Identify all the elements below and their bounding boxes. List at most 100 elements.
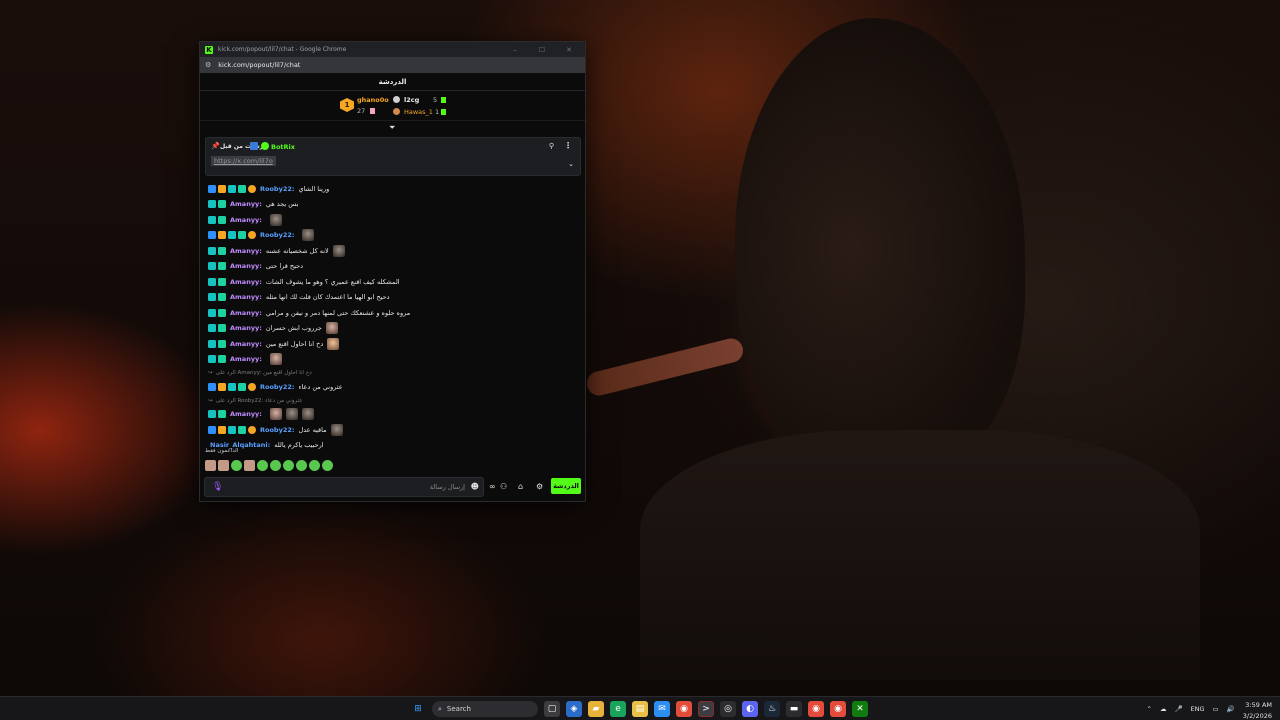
chat-username[interactable]: Amanyy: — [230, 355, 262, 363]
chat-input[interactable]: 🎙 إرسال رسالة ☻ — [204, 477, 484, 497]
xbox-icon[interactable]: ✕ — [852, 701, 868, 717]
user-badge-icon — [218, 246, 226, 255]
microphone-icon[interactable]: 🎙 — [212, 482, 223, 492]
chat-message[interactable]: Nasir_Alqahtani: ارحبيب ياكرم يالله — [200, 438, 585, 449]
chevron-down-icon[interactable]: ⌄ — [568, 160, 574, 168]
user-badge-icon — [208, 262, 216, 271]
chat-username[interactable]: Rooby22: — [260, 185, 294, 193]
pinned-message[interactable]: 📌 أرسلت من قبل BotRix https://x.com/lil7… — [205, 137, 581, 176]
emote-icon[interactable] — [231, 460, 242, 471]
emote-icon[interactable] — [218, 460, 229, 471]
chat-message[interactable]: Rooby22: — [200, 228, 585, 244]
chat-username[interactable]: Amanyy: — [230, 262, 262, 270]
chat-text: دحيح قرا حتى — [265, 262, 303, 271]
reply-preview[interactable]: ↪ الرد على Rooby22: عثروني من دعاء — [200, 395, 585, 407]
chat-message[interactable]: Amanyy: دحيح قرا حتى — [200, 259, 585, 275]
chat-message[interactable]: Amanyy: — [200, 352, 585, 368]
clock-date: 3/2/2026 — [1242, 712, 1272, 720]
emote-icon — [332, 244, 345, 257]
emote-icon[interactable] — [244, 460, 255, 471]
chat-message[interactable]: Amanyy: بس يجد هي — [200, 197, 585, 213]
emote-icon[interactable] — [257, 460, 268, 471]
reply-preview[interactable]: ↪ الرد على Amanyy: دخ انا احاول اقنع مين — [200, 367, 585, 379]
widgets-icon[interactable]: ◈ — [566, 701, 582, 717]
notes-icon[interactable]: ▤ — [632, 701, 648, 717]
title-bar[interactable]: K kick.com/popout/lil7/chat - Google Chr… — [200, 42, 585, 57]
chat-username[interactable]: Amanyy: — [230, 410, 262, 418]
network-icon[interactable]: ▭ — [1213, 705, 1219, 713]
address-bar[interactable]: ⚙ kick.com/popout/lil7/chat — [200, 57, 585, 73]
chat-username[interactable]: Amanyy: — [230, 278, 262, 286]
site-settings-icon[interactable]: ⚙ — [205, 61, 211, 69]
chat-message[interactable]: Rooby22: عثروني من دعاء — [200, 379, 585, 395]
chat-message[interactable]: Amanyy: مروه حلوه و عشنعكك حتى لمنها دمر … — [200, 305, 585, 321]
emote-icon[interactable] — [296, 460, 307, 471]
pinned-user[interactable]: BotRix — [271, 143, 295, 151]
volume-icon[interactable]: 🔊 — [1227, 705, 1235, 713]
chat-username[interactable]: Amanyy: — [230, 216, 262, 224]
emote-icon[interactable] — [270, 460, 281, 471]
chrome-icon[interactable]: ◉ — [808, 701, 824, 717]
chat-message[interactable]: Amanyy: — [200, 407, 585, 423]
chat-message[interactable]: Amanyy: دحيح ابو الهيا ما اعتمدك كان قلت … — [200, 290, 585, 306]
chat-text: جرروب ابش حسران — [265, 324, 322, 333]
chevron-up-icon[interactable]: ⌃ — [1146, 705, 1151, 713]
maximize-button[interactable]: ☐ — [531, 46, 553, 54]
more-options-icon[interactable]: ⋮ — [564, 141, 572, 150]
chat-username[interactable]: Amanyy: — [230, 340, 262, 348]
chat-message[interactable]: Amanyy: دخ انا احاول اقنع مين — [200, 336, 585, 352]
chat-username[interactable]: Rooby22: — [260, 383, 294, 391]
clock[interactable]: 3:59 AM 3/2/2026 — [1243, 698, 1272, 720]
github-icon[interactable]: ◎ — [720, 701, 736, 717]
app-icon[interactable]: ▬ — [786, 701, 802, 717]
chat-message[interactable]: Amanyy: جرروب ابش حسران — [200, 321, 585, 337]
chat-message[interactable]: Rooby22: ماقيه عدل — [200, 422, 585, 438]
discord-icon[interactable]: ◐ — [742, 701, 758, 717]
unpin-icon[interactable]: ⚲ — [549, 142, 554, 150]
steam-icon[interactable]: ♨ — [764, 701, 780, 717]
chat-username[interactable]: Amanyy: — [230, 324, 262, 332]
chat-username[interactable]: Amanyy: — [230, 309, 262, 317]
chat-messages[interactable]: Rooby22: ورينا الشاي Amanyy: بس يجد هي Amany… — [200, 181, 585, 449]
chrome-icon[interactable]: ◉ — [830, 701, 846, 717]
leader-third-name[interactable]: Hawas_1 — [404, 108, 433, 116]
chat-username[interactable]: Rooby22: — [260, 426, 294, 434]
language-indicator[interactable]: ENG — [1191, 705, 1205, 713]
send-button[interactable]: الدردشة — [551, 478, 581, 494]
gear-icon[interactable]: ⚙ — [536, 482, 543, 491]
mail-icon[interactable]: ✉ — [654, 701, 670, 717]
chrome-icon[interactable]: ◉ — [676, 701, 692, 717]
chat-username[interactable]: Amanyy: — [230, 293, 262, 301]
user-badge-icon — [248, 382, 256, 391]
emoji-picker-icon[interactable]: ☻ — [471, 482, 479, 491]
edge-icon[interactable]: e — [610, 701, 626, 717]
close-button[interactable]: ✕ — [558, 46, 580, 54]
chat-message[interactable]: Amanyy: — [200, 212, 585, 228]
chat-username[interactable]: Amanyy: — [230, 200, 262, 208]
pinned-link[interactable]: https://x.com/lil7o — [211, 156, 276, 166]
chat-username[interactable]: Amanyy: — [230, 247, 262, 255]
leader-first-name[interactable]: ghano0o — [357, 96, 389, 104]
windows-start-icon[interactable]: ⊞ — [410, 701, 426, 717]
file-explorer-icon[interactable]: ▰ — [588, 701, 604, 717]
minimize-button[interactable]: – — [504, 46, 526, 54]
taskbar-search[interactable]: ⌕ Search — [432, 701, 538, 717]
task-view-icon[interactable]: ▢ — [544, 701, 560, 717]
cloud-icon[interactable]: ☁ — [1160, 705, 1167, 713]
emote-icon[interactable] — [205, 460, 216, 471]
leader-second-name[interactable]: l2cg — [404, 96, 419, 104]
store-icon[interactable]: ⌂ — [518, 482, 523, 491]
chat-message[interactable]: Amanyy: لانه كل شخصياته عشنه — [200, 243, 585, 259]
emote-icon[interactable] — [322, 460, 333, 471]
emote-icon[interactable] — [309, 460, 320, 471]
chat-message[interactable]: Amanyy: المشكله كيف اقنع عميري ؟ وهو ما ي… — [200, 274, 585, 290]
chat-message[interactable]: Rooby22: ورينا الشاي — [200, 181, 585, 197]
users-icon[interactable]: ⚇ — [500, 482, 507, 491]
link-icon[interactable]: ∞ — [489, 482, 496, 491]
user-badge-icon — [218, 410, 226, 419]
microphone-icon[interactable]: 🎤 — [1174, 705, 1182, 713]
terminal-icon[interactable]: > — [698, 701, 714, 717]
chat-username[interactable]: Rooby22: — [260, 231, 294, 239]
filter-icon[interactable]: ⏷ — [389, 123, 395, 133]
emote-icon[interactable] — [283, 460, 294, 471]
